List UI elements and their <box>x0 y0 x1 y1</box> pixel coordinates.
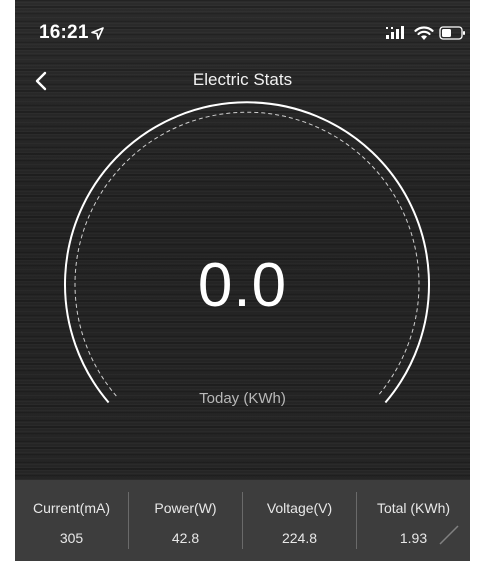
nav-bar: Electric Stats <box>15 60 470 100</box>
stat-total: Total (KWh) 1.93 <box>357 492 470 549</box>
stat-label: Total (KWh) <box>376 500 451 516</box>
stat-value: 305 <box>59 530 84 546</box>
status-time: 16:21 <box>39 22 89 43</box>
stat-current: Current(mA) 305 <box>15 492 129 549</box>
location-arrow-icon <box>91 27 104 40</box>
page-title: Electric Stats <box>192 70 293 89</box>
app-screen: 16:21 Electric Stats 0.0 Today (KWh) Cur… <box>15 0 470 561</box>
stat-voltage: Voltage(V) 224.8 <box>243 492 357 549</box>
status-bar: 16:21 <box>15 0 470 60</box>
stat-value: 42.8 <box>171 530 200 546</box>
battery-icon <box>439 26 465 40</box>
stat-label: Current(mA) <box>32 500 110 516</box>
stat-power: Power(W) 42.8 <box>129 492 243 549</box>
stats-bar: Current(mA) 305 Power(W) 42.8 Voltage(V)… <box>15 480 470 561</box>
gauge-unit-label: Today (KWh) <box>199 390 286 407</box>
wifi-icon <box>414 26 434 40</box>
stat-value: 224.8 <box>281 530 318 546</box>
chevron-right-icon <box>439 525 459 545</box>
cellular-signal-icon <box>386 26 404 39</box>
stat-label: Voltage(V) <box>266 500 333 516</box>
gauge-value: 0.0 <box>197 251 288 320</box>
energy-gauge: 0.0 Today (KWh) <box>15 100 470 470</box>
stat-label: Power(W) <box>154 500 217 516</box>
